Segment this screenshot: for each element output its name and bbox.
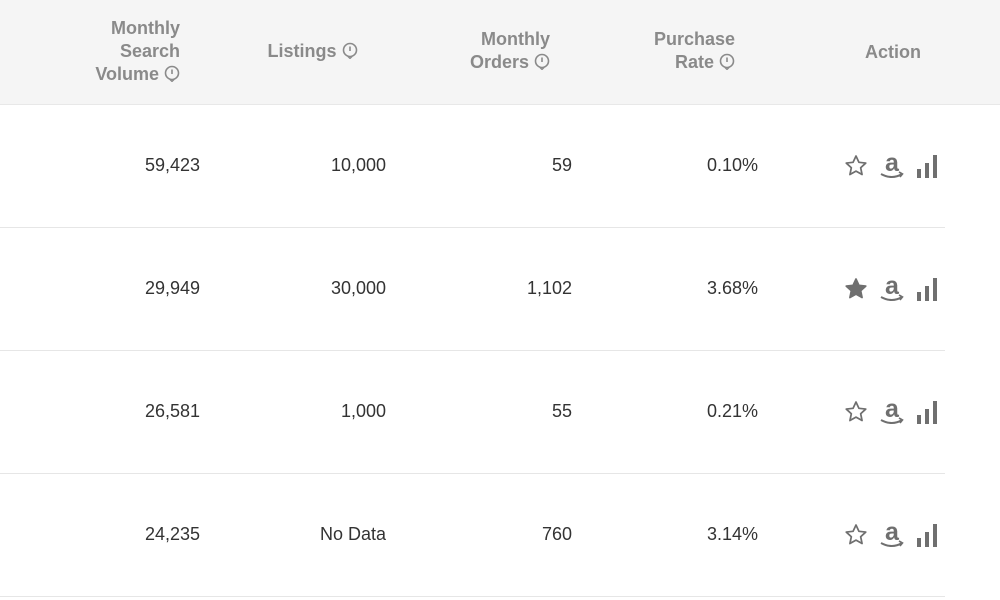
amazon-icon[interactable]: a [879, 397, 905, 427]
row-actions: a [843, 104, 941, 227]
header-action: Action [865, 41, 921, 62]
bar-chart-icon[interactable] [915, 521, 941, 549]
listings-cell: No Data [319, 524, 386, 544]
row-actions: a [843, 473, 941, 596]
orders-cell: 55 [551, 401, 572, 421]
orders-cell: 760 [541, 524, 572, 544]
purchase-rate-cell: 3.68% [706, 278, 758, 298]
info-icon[interactable] [719, 53, 735, 76]
search-volume-cell: 59,423 [144, 155, 200, 175]
purchase-rate-cell: 0.21% [706, 401, 758, 421]
header-purchase-rate[interactable]: Purchase Rate [610, 0, 735, 104]
star-icon[interactable] [843, 399, 869, 425]
keyword-table: Monthly Search Volume Listings Monthly O… [0, 0, 1000, 600]
svg-text:a: a [885, 397, 900, 423]
info-icon[interactable] [534, 53, 550, 76]
table-row[interactable]: 59,423 10,000 59 0.10% a [0, 104, 945, 228]
bar-chart-icon[interactable] [915, 275, 941, 303]
search-volume-cell: 26,581 [144, 401, 200, 421]
table-row[interactable]: 29,949 30,000 1,102 3.68% a [0, 227, 945, 351]
svg-text:a: a [885, 274, 900, 300]
bar-chart-icon[interactable] [915, 398, 941, 426]
amazon-icon[interactable]: a [879, 520, 905, 550]
table-header: Monthly Search Volume Listings Monthly O… [0, 0, 1000, 105]
star-filled-icon[interactable] [843, 276, 869, 302]
listings-cell: 10,000 [330, 155, 386, 175]
listings-cell: 1,000 [340, 401, 386, 421]
header-listings[interactable]: Listings [250, 0, 375, 104]
header-monthly-search-volume[interactable]: Monthly Search Volume [40, 0, 180, 104]
info-icon[interactable] [164, 65, 180, 88]
listings-cell: 30,000 [330, 278, 386, 298]
header-monthly-orders[interactable]: Monthly Orders [430, 0, 550, 104]
star-icon[interactable] [843, 522, 869, 548]
purchase-rate-cell: 3.14% [706, 524, 758, 544]
row-actions: a [843, 350, 941, 473]
bar-chart-icon[interactable] [915, 152, 941, 180]
table-row[interactable]: 24,235 No Data 760 3.14% a [0, 473, 945, 597]
search-volume-cell: 24,235 [144, 524, 200, 544]
orders-cell: 59 [551, 155, 572, 175]
star-icon[interactable] [843, 153, 869, 179]
svg-text:a: a [885, 520, 900, 546]
purchase-rate-cell: 0.10% [706, 155, 758, 175]
amazon-icon[interactable]: a [879, 274, 905, 304]
search-volume-cell: 29,949 [144, 278, 200, 298]
info-icon[interactable] [342, 42, 358, 65]
amazon-icon[interactable]: a [879, 151, 905, 181]
row-actions: a [843, 227, 941, 350]
svg-text:a: a [885, 151, 900, 177]
table-row[interactable]: 26,581 1,000 55 0.21% a [0, 350, 945, 474]
orders-cell: 1,102 [526, 278, 572, 298]
